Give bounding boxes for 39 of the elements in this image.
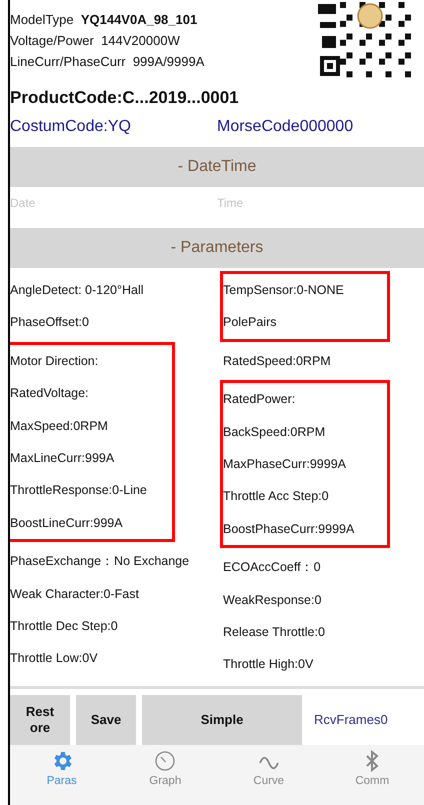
parameter-item[interactable]: RatedSpeed:0RPM xyxy=(223,344,419,378)
parameter-item[interactable]: Throttle Dec Step:0 xyxy=(10,610,219,642)
parameter-item[interactable]: BackSpeed:0RPM xyxy=(223,416,387,448)
parameter-item[interactable]: MaxSpeed:0RPM xyxy=(10,410,172,442)
section-header: - Parameters xyxy=(10,228,424,268)
parameter-item[interactable]: Throttle Acc Step:0 xyxy=(223,480,387,513)
input-field[interactable]: Time xyxy=(217,187,424,219)
parameter-item[interactable]: TempSensor:0-NONE xyxy=(223,274,387,306)
parameter-item[interactable]: Throttle Low:0V xyxy=(10,642,219,675)
parameter-item[interactable]: BoostPhaseCurr:9999A xyxy=(223,512,387,546)
parameter-item[interactable]: RatedVoltage: xyxy=(10,377,172,410)
product-code: ProductCode:C...2019...0001 xyxy=(10,87,240,109)
parameter-item[interactable]: BoostLineCurr:999A xyxy=(10,506,172,540)
spec-line: ModelType YQ144V0A_98_101 xyxy=(10,11,198,29)
parameter-item[interactable]: Motor Direction: xyxy=(10,344,172,378)
parameter-item[interactable]: WeakResponse:0 xyxy=(223,584,419,616)
parameter-item[interactable]: Release Throttle:0 xyxy=(223,616,419,648)
parameter-item[interactable]: Throttle High:0V xyxy=(223,648,419,681)
rcv-frames-label: RcvFrames0 xyxy=(314,712,388,728)
parameter-item[interactable]: ECOAccCoeff：0 xyxy=(223,551,419,584)
parameter-item[interactable]: MaxPhaseCurr:9999A xyxy=(223,448,387,480)
action-button[interactable]: Rest ore xyxy=(10,694,70,745)
parameter-item[interactable]: PhaseOffset:0 xyxy=(10,306,219,339)
section-header: - DateTime xyxy=(10,147,424,187)
action-button[interactable]: Simple xyxy=(142,694,302,745)
parameter-item[interactable]: ThrottleResponse:0-Line xyxy=(10,474,172,507)
input-field[interactable]: Date xyxy=(10,187,217,219)
action-button[interactable]: Save xyxy=(76,694,136,745)
code-label: MorseCode000000 xyxy=(217,117,354,137)
code-label: CostumCode:YQ xyxy=(10,117,132,137)
parameter-item[interactable]: MaxLineCurr:999A xyxy=(10,442,172,474)
parameter-item[interactable]: RatedPower: xyxy=(223,383,387,416)
spec-line: Voltage/Power 144V20000W xyxy=(10,32,181,50)
parameter-item[interactable]: Weak Character:0-Fast xyxy=(10,578,219,610)
parameter-item[interactable]: PolePairs xyxy=(223,306,387,339)
parameter-item[interactable]: PhaseExchange：No Exchange xyxy=(10,545,219,578)
spec-line: LineCurr/PhaseCurr 999A/9999A xyxy=(10,53,204,71)
parameter-item[interactable]: AngleDetect: 0-120°Hall xyxy=(10,274,219,306)
gauge-icon xyxy=(153,748,178,773)
